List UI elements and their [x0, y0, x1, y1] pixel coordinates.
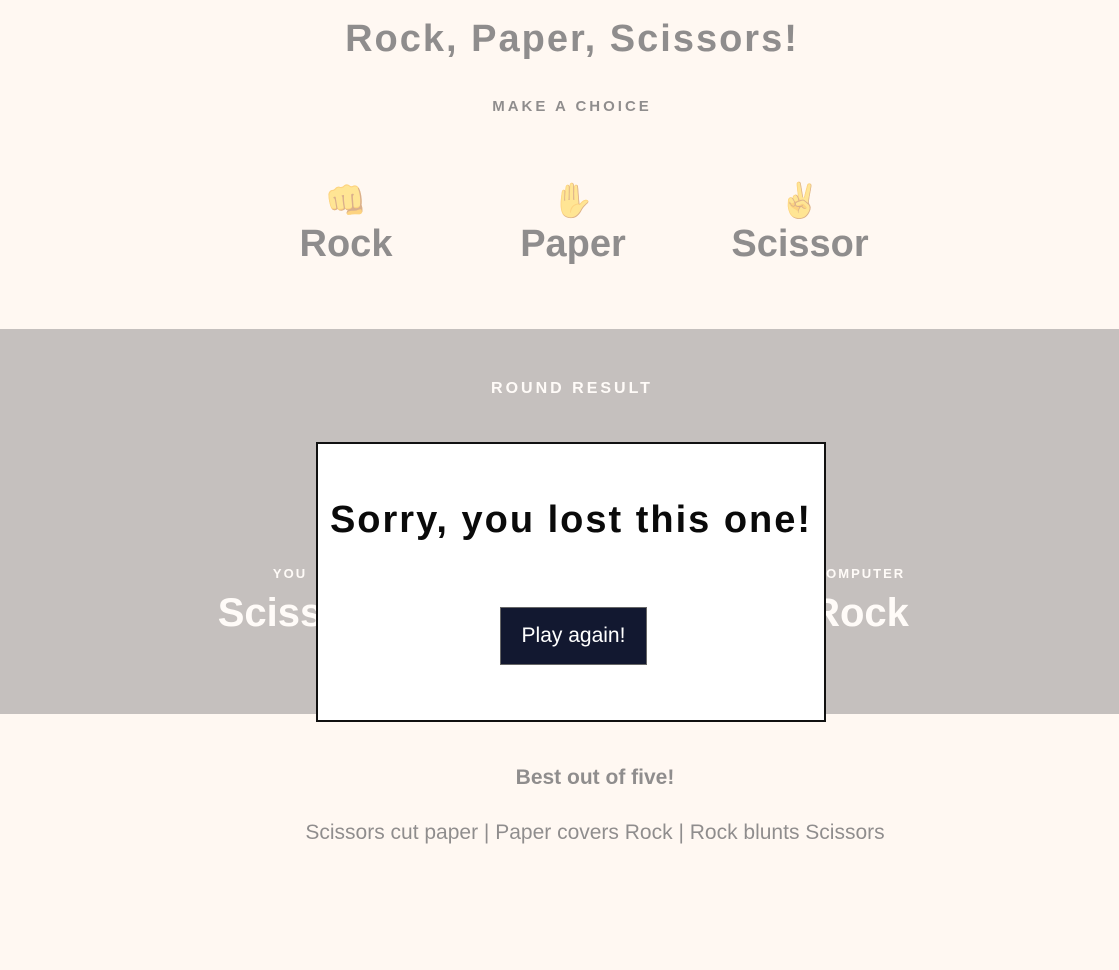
result-modal: Sorry, you lost this one! Play again! [316, 442, 826, 722]
play-again-button[interactable]: Play again! [500, 607, 647, 665]
game-page: Rock, Paper, Scissors! MAKE A CHOICE 👊 R… [0, 0, 1119, 970]
modal-message: Sorry, you lost this one! [329, 499, 813, 541]
